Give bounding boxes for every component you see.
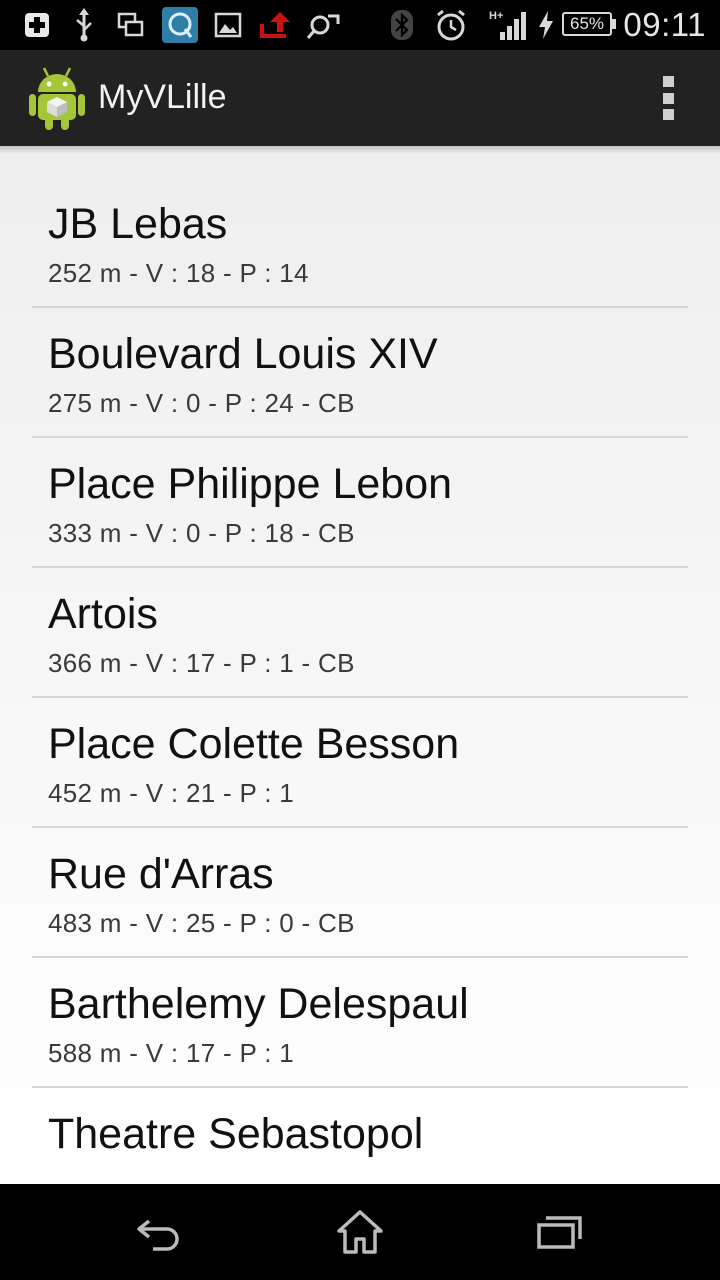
app-title: MyVLille [98, 78, 227, 116]
station-info: 252 m - V : 18 - P : 14 [48, 258, 309, 288]
home-icon[interactable] [320, 1204, 400, 1260]
station-name: Boulevard Louis XIV [48, 330, 438, 378]
station-info: 452 m - V : 21 - P : 1 [48, 778, 295, 808]
station-name: Place Colette Besson [48, 720, 460, 768]
battery-level: 65% [569, 14, 605, 33]
upload-icon [258, 8, 292, 42]
status-time: 09:11 [623, 6, 706, 43]
station-info: 333 m - V : 0 - P : 18 - CB [48, 518, 355, 548]
overflow-menu-icon[interactable] [656, 76, 680, 120]
overflow-dot [662, 109, 674, 120]
battery-tip [612, 19, 616, 29]
station-info: 588 m - V : 17 - P : 1 [48, 1038, 295, 1068]
recent-apps-icon[interactable] [520, 1204, 600, 1260]
list-item[interactable]: Place Colette Besson 452 m - V : 21 - P … [32, 698, 688, 828]
station-name: JB Lebas [48, 200, 228, 248]
alarm-icon [434, 8, 468, 42]
battery-icon: 65% [562, 12, 612, 36]
station-name: Theatre Sebastopol [48, 1110, 424, 1158]
station-list-container: JB Lebas 252 m - V : 18 - P : 14 Bouleva… [0, 146, 720, 1184]
back-icon[interactable] [120, 1204, 200, 1260]
station-name: Barthelemy Delespaul [48, 980, 469, 1028]
list-item[interactable]: Artois 366 m - V : 17 - P : 1 - CB [32, 568, 688, 698]
list-item[interactable]: Theatre Sebastopol [32, 1088, 688, 1184]
list-item[interactable]: Place Philippe Lebon 333 m - V : 0 - P :… [32, 438, 688, 568]
screens-icon [116, 8, 146, 42]
station-name: Artois [48, 590, 158, 638]
charging-icon [536, 8, 556, 42]
android-icon[interactable] [26, 64, 88, 132]
sync-icon [306, 8, 342, 42]
image-icon [214, 8, 242, 42]
list-item[interactable]: Boulevard Louis XIV 275 m - V : 0 - P : … [32, 308, 688, 438]
overflow-dot [662, 92, 674, 104]
station-list: JB Lebas 252 m - V : 18 - P : 14 Bouleva… [0, 178, 720, 1184]
station-info: 366 m - V : 17 - P : 1 - CB [48, 648, 355, 678]
usb-icon [70, 8, 98, 42]
overflow-dot [662, 76, 674, 87]
station-name: Place Philippe Lebon [48, 460, 453, 508]
svg-text:H+: H+ [489, 10, 503, 22]
station-info: 275 m - V : 0 - P : 24 - CB [48, 388, 355, 418]
q-app-icon [162, 7, 198, 43]
station-info: 483 m - V : 25 - P : 0 - CB [48, 908, 355, 938]
action-bar: MyVLille [0, 50, 720, 146]
list-item[interactable]: JB Lebas 252 m - V : 18 - P : 14 [32, 178, 688, 308]
list-item[interactable]: Rue d'Arras 483 m - V : 25 - P : 0 - CB [32, 828, 688, 958]
station-name: Rue d'Arras [48, 850, 274, 898]
plus-icon [22, 8, 52, 42]
list-item[interactable]: Barthelemy Delespaul 588 m - V : 17 - P … [32, 958, 688, 1088]
bluetooth-icon [388, 8, 416, 42]
signal-icon: H+ [488, 8, 530, 42]
navigation-bar [0, 1184, 720, 1280]
status-bar: H+ 65% 09:11 [0, 0, 720, 50]
